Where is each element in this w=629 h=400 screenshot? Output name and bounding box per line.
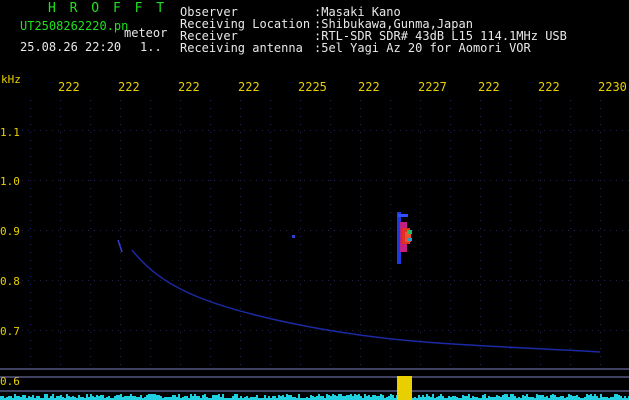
signal-trail-secondary	[117, 239, 123, 253]
spectrogram	[0, 100, 629, 400]
meteor-level-spike	[397, 376, 412, 400]
meteor-echo	[397, 212, 412, 264]
signal-level-strip	[0, 394, 629, 400]
grid	[22, 100, 629, 365]
signal-dot	[292, 235, 295, 238]
signal-trail	[131, 249, 601, 353]
